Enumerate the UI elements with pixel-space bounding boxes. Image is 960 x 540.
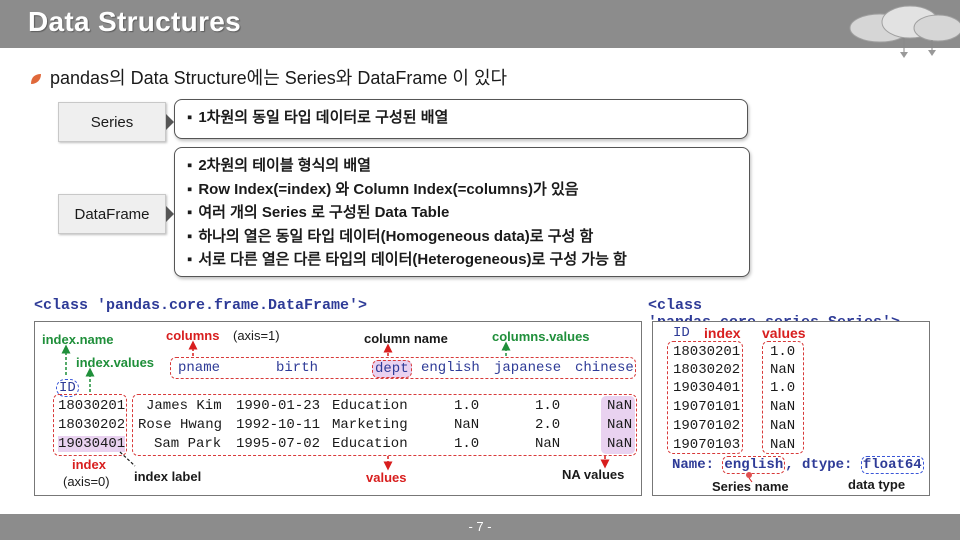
cell-dept: Education [332, 398, 408, 414]
page-footer: - 7 - [0, 514, 960, 540]
series-name-line: Name: english, dtype: float64 [672, 456, 924, 474]
series-dtype-prefix: , dtype: [785, 457, 861, 473]
ann-column-name: column name [364, 331, 448, 346]
dataframe-label: DataFrame [58, 194, 166, 234]
ann-columns-values: columns.values [492, 329, 590, 344]
leaf-icon [31, 74, 41, 85]
series-row-value: NaN [770, 418, 796, 434]
column-header: japanese [494, 360, 562, 376]
ann-index-label: index label [134, 469, 202, 484]
column-header: chinese [575, 360, 634, 376]
cell-chinese: NaN [607, 436, 633, 452]
dataframe-desc-box: 2차원의 테이블 형식의 배열 Row Index(=index) 와 Colu… [174, 147, 750, 277]
dataframe-class-title: <class 'pandas.core.frame.DataFrame'> [34, 297, 368, 314]
series-ann-index: index [704, 325, 741, 341]
cell-dept: Education [332, 436, 408, 452]
dataframe-desc-item: 여러 개의 Series 로 구성된 Data Table [187, 201, 737, 225]
dataframe-label-text: DataFrame [74, 205, 150, 223]
series-name-value: english [722, 456, 786, 474]
dataframe-arrow [166, 206, 174, 222]
page-title: Data Structures [28, 6, 242, 37]
series-desc: 1차원의 동일 타입 데이터로 구성된 배열 [187, 106, 735, 130]
series-row-value: NaN [770, 362, 796, 378]
cell-birth: 1995-07-02 [236, 436, 321, 452]
page-number: - 7 - [468, 519, 492, 534]
cell-japanese: 1.0 [535, 398, 561, 414]
ann-axis1: (axis=1) [233, 328, 280, 343]
intro-line: pandas의 Data Structure에는 Series와 DataFra… [30, 64, 507, 90]
series-row-value: NaN [770, 399, 796, 415]
cell-japanese: 2.0 [535, 417, 561, 433]
series-label: Series [58, 102, 166, 142]
row-id: 18030201 [58, 398, 126, 414]
ann-index-values: index.values [76, 355, 155, 370]
ann-na-values: NA values [562, 467, 625, 482]
row-id-label: 19030401 [58, 436, 126, 452]
cell-english: NaN [454, 417, 480, 433]
ann-axis0: (axis=0) [63, 474, 110, 489]
ann-values: values [366, 470, 407, 485]
series-row-id: 19070101 [673, 399, 741, 415]
column-header-dept: dept [372, 360, 412, 378]
series-ann-values: values [762, 325, 806, 341]
intro-text: pandas의 Data Structure에는 Series와 DataFra… [50, 68, 508, 88]
dataframe-desc-item: Row Index(=index) 와 Column Index(=column… [187, 178, 737, 202]
series-row-id: 18030202 [673, 362, 741, 378]
series-ann-data-type: data type [848, 477, 906, 492]
series-ann-series-name: Series name [712, 479, 789, 494]
series-index-name: ID [673, 325, 690, 341]
ann-index: index [72, 457, 106, 472]
cell-dept: Marketing [332, 417, 408, 433]
ann-index-name: index.name [42, 332, 114, 347]
series-row-value: 1.0 [770, 380, 796, 396]
dataframe-desc-item: 서로 다른 열은 다른 타입의 데이터(Heterogeneous)로 구성 가… [187, 248, 737, 272]
series-row-value: 1.0 [770, 344, 796, 360]
series-row-id: 19070103 [673, 437, 741, 453]
ann-columns: columns [166, 328, 220, 343]
column-header: birth [276, 360, 319, 376]
row-id: 18030202 [58, 417, 126, 433]
cell-birth: 1990-01-23 [236, 398, 321, 414]
cloud-icon [849, 5, 960, 58]
cell-english: 1.0 [454, 398, 480, 414]
series-desc-box: 1차원의 동일 타입 데이터로 구성된 배열 [174, 99, 748, 139]
series-row-id: 19030401 [673, 380, 741, 396]
cell-birth: 1992-10-11 [236, 417, 321, 433]
column-header: pname [178, 360, 221, 376]
cell-english: 1.0 [454, 436, 480, 452]
cell-pname: James Kim [146, 398, 222, 414]
series-row-id: 18030201 [673, 344, 741, 360]
column-header: english [421, 360, 480, 376]
series-label-text: Series [90, 113, 134, 131]
series-arrow [166, 114, 174, 130]
series-row-id: 19070102 [673, 418, 741, 434]
cell-chinese: NaN [607, 417, 633, 433]
cell-chinese: NaN [607, 398, 633, 414]
cell-pname: Sam Park [154, 436, 222, 452]
title-bar: Data Structures [0, 0, 960, 48]
dataframe-desc-item: 하나의 열은 동일 타입 데이터(Homogeneous data)로 구성 함 [187, 225, 737, 249]
cell-pname: Rose Hwang [138, 417, 223, 433]
cell-japanese: NaN [535, 436, 561, 452]
series-row-value: NaN [770, 437, 796, 453]
dataframe-desc-item: 2차원의 테이블 형식의 배열 [187, 154, 737, 178]
series-name-prefix: Name: [672, 457, 723, 473]
series-dtype-value: float64 [860, 456, 924, 474]
